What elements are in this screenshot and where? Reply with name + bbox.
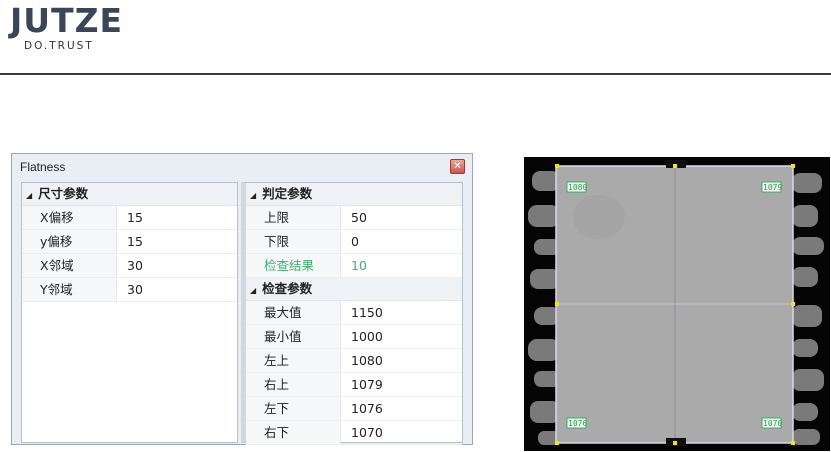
flatness-dialog: Flatness ✕ ◢ 尺寸参数 X偏移 15 y偏移 15 X邻域 30 Y邻域 30…	[11, 153, 473, 445]
inspection-image: 1080 1079 1076 1070	[528, 160, 824, 446]
property-row[interactable]: 右上 1079	[246, 373, 462, 397]
property-row[interactable]: y偏移 15	[22, 230, 237, 254]
property-row[interactable]: 右下 1070	[246, 421, 462, 445]
property-row[interactable]: 最小值 1000	[246, 325, 462, 349]
corner-label-bottom-right: 1070	[763, 419, 782, 428]
logo-tagline: DO.TRUST	[24, 40, 94, 52]
corner-label-top-left: 1080	[568, 183, 587, 192]
collapse-triangle-icon: ◢	[26, 191, 33, 200]
corner-label-top-right: 1079	[763, 183, 782, 192]
collapse-triangle-icon: ◢	[250, 286, 257, 295]
property-row[interactable]: 最大值 1150	[246, 301, 462, 325]
size-params-panel: ◢ 尺寸参数 X偏移 15 y偏移 15 X邻域 30 Y邻域 30	[21, 182, 238, 443]
judge-check-panel: ◢ 判定参数 上限 50 下限 0 检查结果 10 ◢ 检查参数 最大值 1150 最小值 1…	[241, 182, 463, 445]
collapse-triangle-icon: ◢	[250, 191, 257, 200]
group-header-check[interactable]: ◢ 检查参数	[246, 278, 462, 301]
header-divider	[0, 73, 831, 75]
close-icon[interactable]: ✕	[450, 159, 465, 174]
property-row[interactable]: 左下 1076	[246, 397, 462, 421]
property-row[interactable]: X邻域 30	[22, 254, 237, 278]
dialog-title: Flatness	[20, 160, 66, 174]
group-header-size[interactable]: ◢ 尺寸参数	[22, 183, 237, 206]
property-row[interactable]: 上限 50	[246, 206, 462, 230]
corner-label-bottom-left: 1076	[568, 419, 587, 428]
inspection-image-view[interactable]: 1080 1079 1076 1070	[524, 157, 830, 451]
property-row[interactable]: 左上 1080	[246, 349, 462, 373]
property-row[interactable]: Y邻域 30	[22, 278, 237, 302]
group-header-judge[interactable]: ◢ 判定参数	[246, 183, 462, 206]
jutze-logo: JUTZE DO.TRUST	[10, 1, 124, 53]
property-row[interactable]: 下限 0	[246, 230, 462, 254]
logo-wordmark: JUTZE	[10, 1, 124, 40]
property-row[interactable]: X偏移 15	[22, 206, 237, 230]
check-result-row[interactable]: 检查结果 10	[246, 254, 462, 278]
